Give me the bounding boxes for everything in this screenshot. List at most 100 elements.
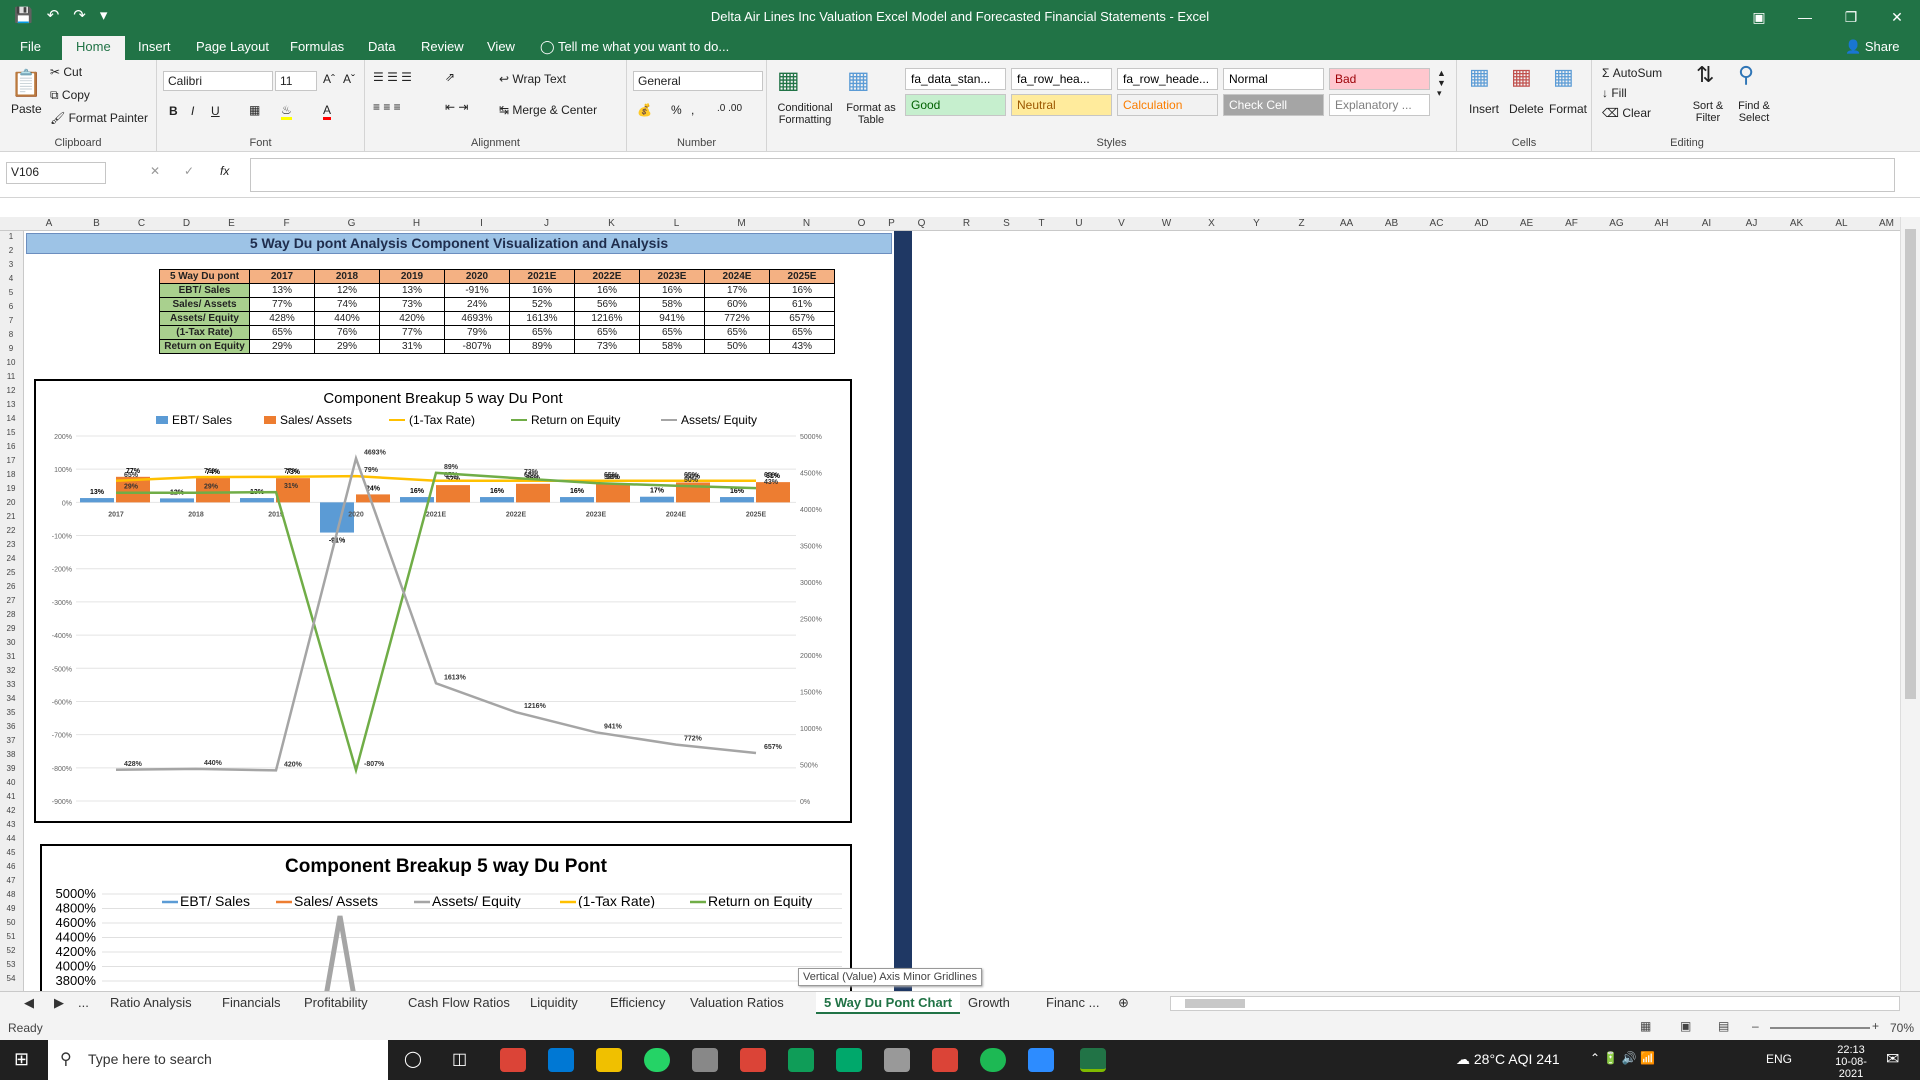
fill-button[interactable]: ↓ Fill (1602, 86, 1627, 100)
prev-sheet-icon[interactable]: ◀ (24, 995, 34, 1011)
column-header[interactable]: J (514, 218, 579, 229)
column-header[interactable]: AH (1639, 218, 1684, 229)
next-sheet-icon[interactable]: ▶ (54, 995, 64, 1011)
row-header[interactable]: 47 (0, 876, 22, 885)
chrome-profile-icon[interactable] (740, 1048, 766, 1072)
table-cell[interactable]: 4693% (444, 311, 510, 326)
sheet-tab-financials[interactable]: Financials (222, 995, 281, 1010)
row-header[interactable]: 37 (0, 736, 22, 745)
column-header[interactable]: AF (1549, 218, 1594, 229)
language-indicator[interactable]: ENG (1766, 1052, 1792, 1066)
bar-sales-assets[interactable] (276, 478, 310, 503)
legend-item[interactable]: Return on Equity (690, 893, 812, 909)
table-cell[interactable]: 79% (444, 325, 510, 340)
row-header[interactable]: 48 (0, 890, 22, 899)
row-header[interactable]: 33 (0, 680, 22, 689)
row-header[interactable]: 27 (0, 596, 22, 605)
row-header[interactable]: 20 (0, 498, 22, 507)
table-cell[interactable]: 56% (574, 297, 640, 312)
table-cell[interactable]: 29% (314, 339, 380, 354)
legend-item[interactable]: (1-Tax Rate) (389, 413, 475, 427)
row-header[interactable]: 29 (0, 624, 22, 633)
column-header[interactable]: N (774, 218, 839, 229)
table-header-cell[interactable]: 2025E (769, 269, 835, 284)
row-header[interactable]: 34 (0, 694, 22, 703)
table-cell[interactable]: 1613% (509, 311, 575, 326)
row-header[interactable]: 42 (0, 806, 22, 815)
cell-style-6[interactable]: Neutral (1011, 94, 1112, 116)
row-header[interactable]: 10 (0, 358, 22, 367)
cell-style-7[interactable]: Calculation (1117, 94, 1218, 116)
row-header[interactable]: 6 (0, 302, 22, 311)
row-header[interactable]: 31 (0, 652, 22, 661)
dupont-combo-chart[interactable]: Component Breakup 5 way Du Pont EBT/ Sale… (34, 379, 852, 823)
fill-color-icon[interactable]: ♨ (281, 103, 292, 120)
format-painter-button[interactable]: 🖌 Format Painter (50, 111, 148, 125)
column-header[interactable]: AL (1819, 218, 1864, 229)
row-header[interactable]: 30 (0, 638, 22, 647)
row-header[interactable]: 8 (0, 330, 22, 339)
tab-insert[interactable]: Insert (138, 39, 171, 54)
table-header-cell[interactable]: 2018 (314, 269, 380, 284)
delete-cells-icon[interactable]: ▦ (1511, 64, 1532, 90)
row-header[interactable]: 12 (0, 386, 22, 395)
legend-item[interactable]: Sales/ Assets (264, 413, 352, 427)
merge-center-button[interactable]: ↹ Merge & Center (499, 103, 597, 117)
row-header[interactable]: 28 (0, 610, 22, 619)
zoom-slider[interactable] (1770, 1027, 1870, 1029)
table-header-cell[interactable]: 2017 (249, 269, 315, 284)
table-row-label[interactable]: (1-Tax Rate) (159, 325, 250, 340)
table-cell[interactable]: 16% (769, 283, 835, 298)
cell-style-2[interactable]: fa_row_heade... (1117, 68, 1218, 90)
row-header[interactable]: 26 (0, 582, 22, 591)
task-view-icon[interactable]: ◫ (452, 1049, 467, 1069)
cell-style-5[interactable]: Good (905, 94, 1006, 116)
legend-item[interactable]: Assets/ Equity (414, 893, 521, 909)
legend-item[interactable]: EBT/ Sales (156, 413, 232, 427)
align-left-icon[interactable]: ≡ ≡ ≡ (373, 100, 401, 114)
bar-sales-assets[interactable] (516, 483, 550, 503)
column-header[interactable]: AA (1324, 218, 1369, 229)
table-cell[interactable]: 65% (704, 325, 770, 340)
table-cell[interactable]: -807% (444, 339, 510, 354)
table-row-label[interactable]: EBT/ Sales (159, 283, 250, 298)
bar-ebt-sales[interactable] (720, 497, 754, 503)
italic-button[interactable]: I (191, 104, 194, 118)
tab-file[interactable]: File (20, 39, 41, 54)
column-header[interactable]: V (1099, 218, 1144, 229)
table-cell[interactable]: 65% (509, 325, 575, 340)
column-header[interactable]: A (24, 218, 74, 229)
zoom-out-icon[interactable]: – (1752, 1019, 1759, 1033)
column-header[interactable]: AD (1459, 218, 1504, 229)
close-button[interactable]: ✕ (1874, 0, 1920, 34)
bar-ebt-sales[interactable] (480, 497, 514, 503)
bar-ebt-sales[interactable] (160, 498, 194, 503)
table-cell[interactable]: 65% (769, 325, 835, 340)
row-header[interactable]: 25 (0, 568, 22, 577)
table-cell[interactable]: 16% (574, 283, 640, 298)
maximize-button[interactable]: ❐ (1828, 0, 1874, 34)
bar-sales-assets[interactable] (436, 485, 470, 503)
row-header[interactable]: 54 (0, 974, 22, 983)
page-break-view-icon[interactable]: ▤ (1718, 1019, 1729, 1033)
horizontal-scrollbar[interactable] (1170, 996, 1900, 1011)
page-layout-view-icon[interactable]: ▣ (1680, 1019, 1691, 1033)
enter-icon[interactable]: ✓ (184, 164, 194, 178)
row-header[interactable]: 44 (0, 834, 22, 843)
table-cell[interactable]: 16% (509, 283, 575, 298)
table-header-cell[interactable]: 2020 (444, 269, 510, 284)
percent-icon[interactable]: % (671, 103, 682, 117)
table-cell[interactable]: 43% (769, 339, 835, 354)
column-header[interactable]: W (1144, 218, 1189, 229)
table-cell[interactable]: -91% (444, 283, 510, 298)
copy-button[interactable]: ⧉ Copy (50, 88, 90, 103)
column-header[interactable]: U (1059, 218, 1099, 229)
row-header[interactable]: 4 (0, 274, 22, 283)
line-assets-equity[interactable] (324, 915, 356, 991)
row-header[interactable]: 36 (0, 722, 22, 731)
format-cells-icon[interactable]: ▦ (1553, 64, 1574, 90)
sort-filter-button[interactable]: Sort & Filter (1688, 100, 1728, 124)
zoom-app-icon[interactable] (1028, 1048, 1054, 1072)
column-header[interactable]: I (449, 218, 514, 229)
column-header[interactable]: X (1189, 218, 1234, 229)
